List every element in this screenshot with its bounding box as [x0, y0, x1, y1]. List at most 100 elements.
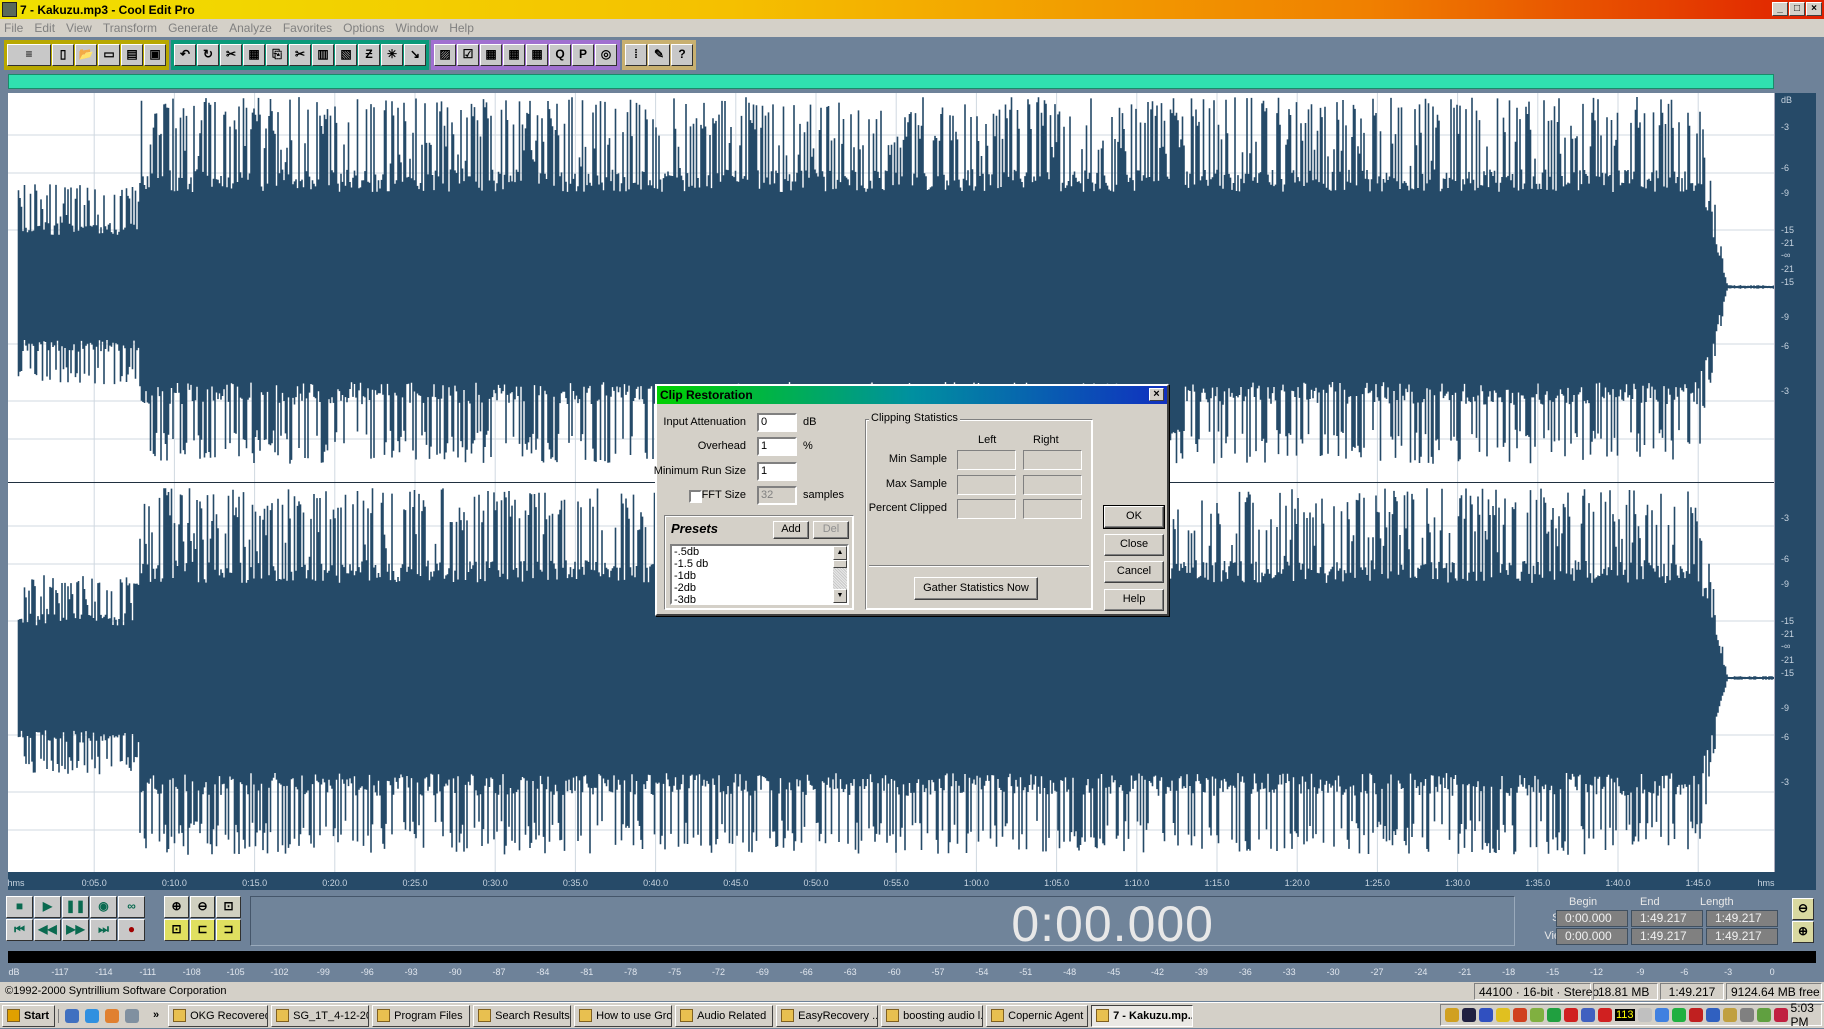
menu-view[interactable]: View: [66, 21, 92, 35]
zoom-in-horizontal-button[interactable]: ⊕: [164, 896, 189, 918]
presets-list[interactable]: -.5db -1.5 db -1db -2db -3db ▲ ▼: [670, 544, 849, 605]
mix-paste-icon[interactable]: ▧: [335, 43, 357, 66]
tray-icon[interactable]: [1739, 1008, 1754, 1022]
properties-icon[interactable]: ⁞: [625, 43, 647, 66]
sel-end-field[interactable]: 1:49.217: [1631, 910, 1703, 927]
enable-preview-icon[interactable]: ☑: [457, 43, 479, 66]
rewind-button[interactable]: ◀◀: [34, 919, 61, 941]
zoom-out-horizontal-button[interactable]: ⊖: [190, 896, 215, 918]
preset-item[interactable]: -2db: [672, 582, 847, 594]
go-to-end-button[interactable]: ⏭: [90, 919, 117, 941]
preset-item[interactable]: -1db: [672, 570, 847, 582]
sel-begin-field[interactable]: 0:00.000: [1556, 910, 1628, 927]
overhead-field[interactable]: 1: [757, 437, 797, 456]
view-length-field[interactable]: 1:49.217: [1706, 928, 1778, 945]
tray-icon[interactable]: [1722, 1008, 1737, 1022]
preset-item[interactable]: -.5db: [672, 546, 847, 558]
preset-add-button[interactable]: Add: [773, 521, 809, 539]
cut-icon[interactable]: ✂: [289, 43, 311, 66]
tray-icon[interactable]: [1547, 1008, 1561, 1022]
taskbar-button[interactable]: EasyRecovery ...: [776, 1004, 879, 1027]
undo-icon[interactable]: ↶: [174, 43, 196, 66]
scripts-icon[interactable]: ✎: [648, 43, 670, 66]
view-end-field[interactable]: 1:49.217: [1631, 928, 1703, 945]
view-begin-field[interactable]: 0:00.000: [1556, 928, 1628, 945]
tray-icon[interactable]: [1598, 1008, 1612, 1022]
gather-statistics-button[interactable]: Gather Statistics Now: [914, 577, 1038, 600]
menu-options[interactable]: Options: [343, 21, 384, 35]
menu-edit[interactable]: Edit: [34, 21, 55, 35]
clock[interactable]: 5:03 PM: [1791, 1001, 1814, 1029]
taskbar-button[interactable]: OKG Recovered: [168, 1004, 269, 1027]
taskbar-button[interactable]: Program Files: [372, 1004, 471, 1027]
tray-icon[interactable]: [1581, 1008, 1595, 1022]
app-icon[interactable]: [2, 2, 17, 17]
fast-forward-button[interactable]: ▶▶: [62, 919, 89, 941]
maximize-button[interactable]: □: [1789, 2, 1805, 16]
go-to-start-button[interactable]: ⏮: [6, 919, 33, 941]
pause-button[interactable]: ❚❚: [62, 896, 89, 918]
preset-delete-button[interactable]: Del: [813, 521, 849, 539]
record-button[interactable]: ●: [118, 919, 145, 941]
taskbar-button[interactable]: Search Results: [473, 1004, 572, 1027]
scroll-up-icon[interactable]: ▲: [833, 546, 847, 560]
taskbar-button[interactable]: How to use Gro...: [574, 1004, 673, 1027]
menu-file[interactable]: File: [4, 21, 23, 35]
cancel-button[interactable]: Cancel: [1104, 561, 1164, 583]
tray-icon[interactable]: [1513, 1008, 1527, 1022]
internet-explorer-icon[interactable]: [85, 1008, 99, 1023]
menu-transform[interactable]: Transform: [103, 21, 157, 35]
loop-icon[interactable]: ↘: [404, 43, 426, 66]
repeat-last-icon[interactable]: ↻: [197, 43, 219, 66]
save-selection-icon[interactable]: ▣: [144, 43, 166, 66]
tray-icon[interactable]: [1654, 1008, 1669, 1022]
fft-size-field[interactable]: 32: [757, 486, 797, 505]
cd-icon[interactable]: ◎: [595, 43, 617, 66]
save-icon[interactable]: ▭: [98, 43, 120, 66]
scroll-thumb[interactable]: [833, 560, 847, 568]
pitch-icon[interactable]: ▦: [526, 43, 548, 66]
menu-generate[interactable]: Generate: [168, 21, 218, 35]
taskbar-button[interactable]: SG_1T_4-12-20...: [271, 1004, 370, 1027]
loop-play-button[interactable]: ∞: [118, 896, 145, 918]
waveform-icon[interactable]: ▦: [480, 43, 502, 66]
preset-item[interactable]: -3db: [672, 594, 847, 603]
fft-size-checkbox[interactable]: [689, 490, 702, 503]
paste-icon[interactable]: ▥: [312, 43, 334, 66]
help-icon[interactable]: ?: [671, 43, 693, 66]
cut-selection-icon[interactable]: ✂: [220, 43, 242, 66]
tray-icon[interactable]: [1688, 1008, 1703, 1022]
close-dialog-button[interactable]: Close: [1104, 534, 1164, 556]
spectral-view-icon[interactable]: ▨: [434, 43, 456, 66]
menu-favorites[interactable]: Favorites: [283, 21, 332, 35]
taskbar-button[interactable]: 7 - Kakuzu.mp...: [1091, 1004, 1194, 1027]
zoom-full-button[interactable]: ⊡: [216, 896, 241, 918]
horizontal-zoom-scrollbar[interactable]: [8, 74, 1774, 89]
tray-icon[interactable]: [1479, 1008, 1493, 1022]
start-button[interactable]: Start: [2, 1004, 55, 1027]
taskbar-button[interactable]: Audio Related: [675, 1004, 774, 1027]
stop-button[interactable]: ■: [6, 896, 33, 918]
new-file-icon[interactable]: ▯: [52, 43, 74, 66]
taskbar-button[interactable]: Copernic Agent ...: [986, 1004, 1089, 1027]
tray-icon[interactable]: [1637, 1008, 1652, 1022]
show-desktop-icon[interactable]: [125, 1008, 139, 1023]
close-button[interactable]: ×: [1806, 2, 1822, 16]
tray-icon[interactable]: [1564, 1008, 1578, 1022]
scroll-down-icon[interactable]: ▼: [833, 589, 847, 603]
taskbar-button[interactable]: boosting audio l...: [881, 1004, 984, 1027]
firefox-icon[interactable]: [105, 1008, 119, 1023]
zero-crossing-icon[interactable]: Ƶ: [358, 43, 380, 66]
spectral-icon[interactable]: ▦: [503, 43, 525, 66]
dialog-close-icon[interactable]: ×: [1149, 388, 1164, 401]
quick-launch-icon[interactable]: [65, 1008, 79, 1023]
tray-icon[interactable]: [1530, 1008, 1544, 1022]
minimize-button[interactable]: _: [1772, 2, 1788, 16]
quick-launch-chevron[interactable]: »: [153, 1009, 159, 1023]
play-to-end-button[interactable]: ◉: [90, 896, 117, 918]
zoom-in-vertical-button[interactable]: ⊕: [1792, 921, 1814, 943]
zoom-selection-button[interactable]: ⊡: [164, 919, 189, 941]
play-button[interactable]: ▶: [34, 896, 61, 918]
find-beat-icon[interactable]: ✳: [381, 43, 403, 66]
cue-list-icon[interactable]: Q: [549, 43, 571, 66]
